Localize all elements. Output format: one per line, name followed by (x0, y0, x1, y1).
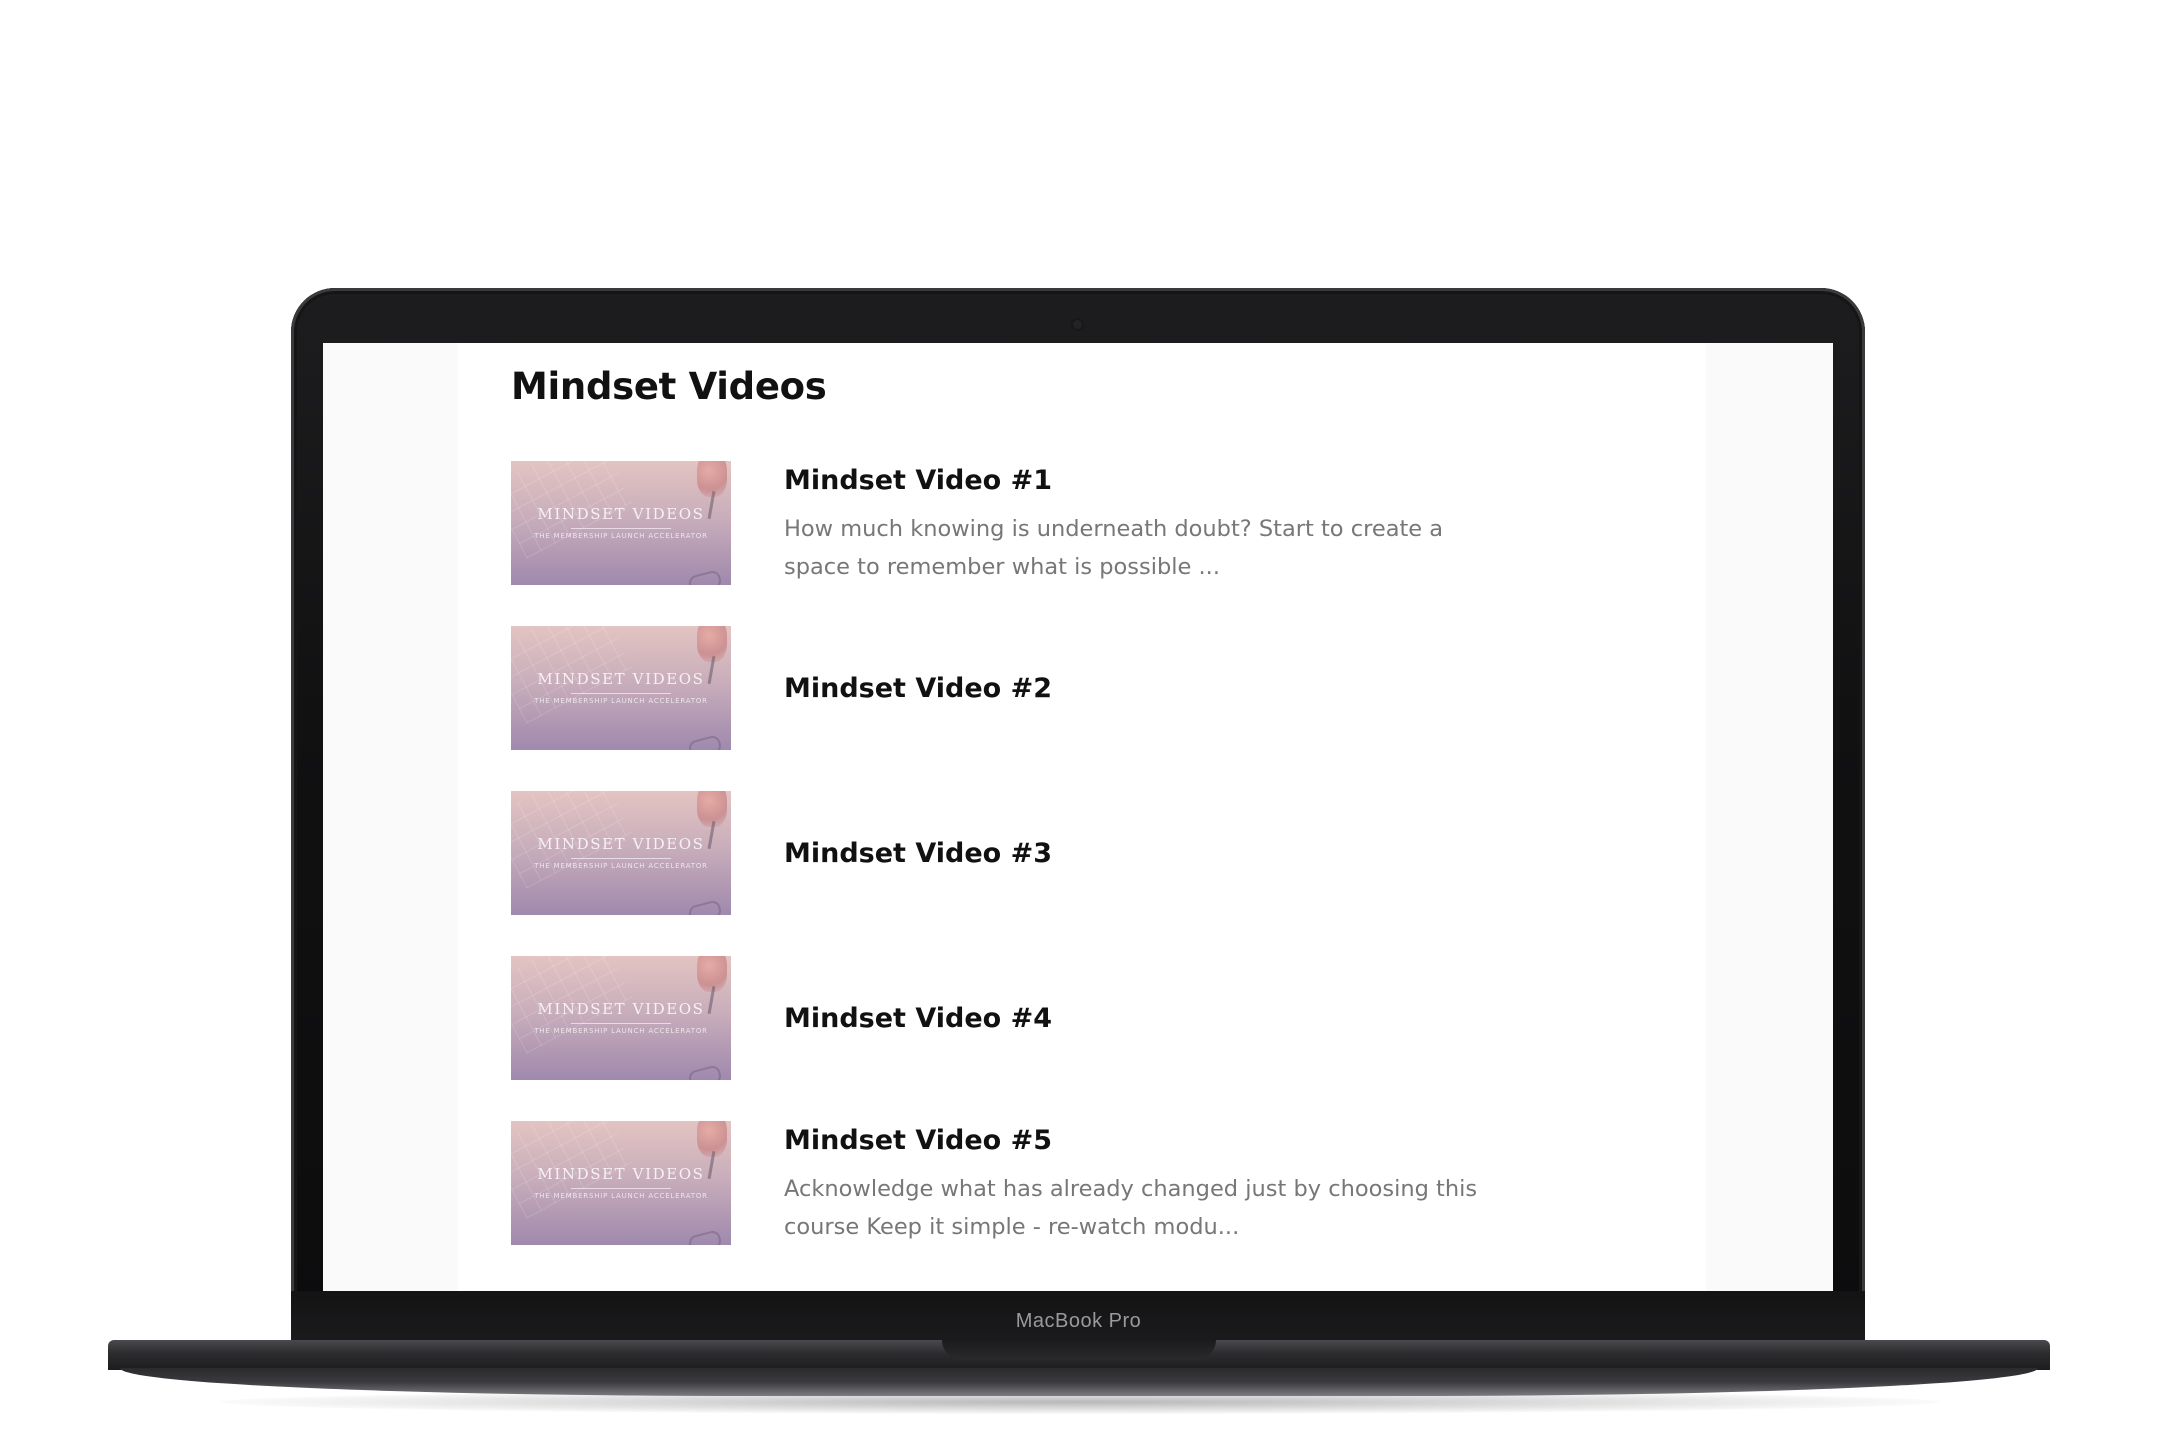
video-thumbnail[interactable]: MINDSET VIDEOS THE MEMBERSHIP LAUNCH ACC… (511, 1121, 731, 1245)
thumbnail-title: MINDSET VIDEOS (537, 505, 705, 523)
thumbnail-title: MINDSET VIDEOS (537, 835, 705, 853)
paperclip-graphic (687, 1064, 723, 1080)
video-thumbnail[interactable]: MINDSET VIDEOS THE MEMBERSHIP LAUNCH ACC… (511, 956, 731, 1080)
paperclip-graphic (687, 1229, 723, 1245)
thumbnail-title: MINDSET VIDEOS (537, 670, 705, 688)
thumbnail-divider (571, 858, 671, 859)
video-title-link[interactable]: Mindset Video #3 (784, 838, 1504, 869)
thumbnail-subtitle: THE MEMBERSHIP LAUNCH ACCELERATOR (534, 697, 708, 705)
list-item[interactable]: MINDSET VIDEOS THE MEMBERSHIP LAUNCH ACC… (511, 956, 1611, 1080)
list-item[interactable]: MINDSET VIDEOS THE MEMBERSHIP LAUNCH ACC… (511, 461, 1611, 585)
video-text: Mindset Video #3 (784, 838, 1504, 869)
thumbnail-divider (571, 528, 671, 529)
video-text: Mindset Video #5 Acknowledge what has al… (784, 1121, 1504, 1246)
laptop-hinge-notch (942, 1340, 1216, 1360)
video-thumbnail[interactable]: MINDSET VIDEOS THE MEMBERSHIP LAUNCH ACC… (511, 791, 731, 915)
thumbnail-title: MINDSET VIDEOS (537, 1000, 705, 1018)
thumbnail-title: MINDSET VIDEOS (537, 1165, 705, 1183)
video-text: Mindset Video #1 How much knowing is und… (784, 461, 1504, 586)
list-item[interactable]: MINDSET VIDEOS THE MEMBERSHIP LAUNCH ACC… (511, 1121, 1611, 1245)
list-item[interactable]: MINDSET VIDEOS THE MEMBERSHIP LAUNCH ACC… (511, 626, 1611, 750)
thumbnail-subtitle: THE MEMBERSHIP LAUNCH ACCELERATOR (534, 1027, 708, 1035)
video-thumbnail[interactable]: MINDSET VIDEOS THE MEMBERSHIP LAUNCH ACC… (511, 626, 731, 750)
video-title-link[interactable]: Mindset Video #4 (784, 1003, 1504, 1034)
thumbnail-subtitle: THE MEMBERSHIP LAUNCH ACCELERATOR (534, 1192, 708, 1200)
laptop-mockup-scene: Mindset Videos MINDSET VIDEOS THE MEMBER… (0, 0, 2157, 1440)
video-description: Acknowledge what has already changed jus… (784, 1176, 1478, 1240)
video-title-link[interactable]: Mindset Video #1 (784, 465, 1504, 496)
paperclip-graphic (687, 899, 723, 915)
video-text: Mindset Video #2 (784, 673, 1504, 704)
video-list: MINDSET VIDEOS THE MEMBERSHIP LAUNCH ACC… (511, 461, 1611, 1286)
thumbnail-subtitle: THE MEMBERSHIP LAUNCH ACCELERATOR (534, 532, 708, 540)
page-title: Mindset Videos (511, 365, 827, 408)
paperclip-graphic (687, 734, 723, 750)
thumbnail-divider (571, 693, 671, 694)
laptop-screen: Mindset Videos MINDSET VIDEOS THE MEMBER… (323, 343, 1833, 1291)
webcam (1073, 320, 1082, 329)
video-title-link[interactable]: Mindset Video #2 (784, 673, 1504, 704)
thumbnail-subtitle: THE MEMBERSHIP LAUNCH ACCELERATOR (534, 862, 708, 870)
video-text: Mindset Video #4 (784, 1003, 1504, 1034)
paperclip-graphic (687, 569, 723, 585)
video-title-link[interactable]: Mindset Video #5 (784, 1125, 1504, 1156)
device-label: MacBook Pro (1015, 1310, 1142, 1332)
thumbnail-divider (571, 1188, 671, 1189)
list-item[interactable]: MINDSET VIDEOS THE MEMBERSHIP LAUNCH ACC… (511, 791, 1611, 915)
video-description: How much knowing is underneath doubt? St… (784, 516, 1444, 580)
video-thumbnail[interactable]: MINDSET VIDEOS THE MEMBERSHIP LAUNCH ACC… (511, 461, 731, 585)
laptop-base-edge (120, 1368, 2038, 1396)
thumbnail-divider (571, 1023, 671, 1024)
